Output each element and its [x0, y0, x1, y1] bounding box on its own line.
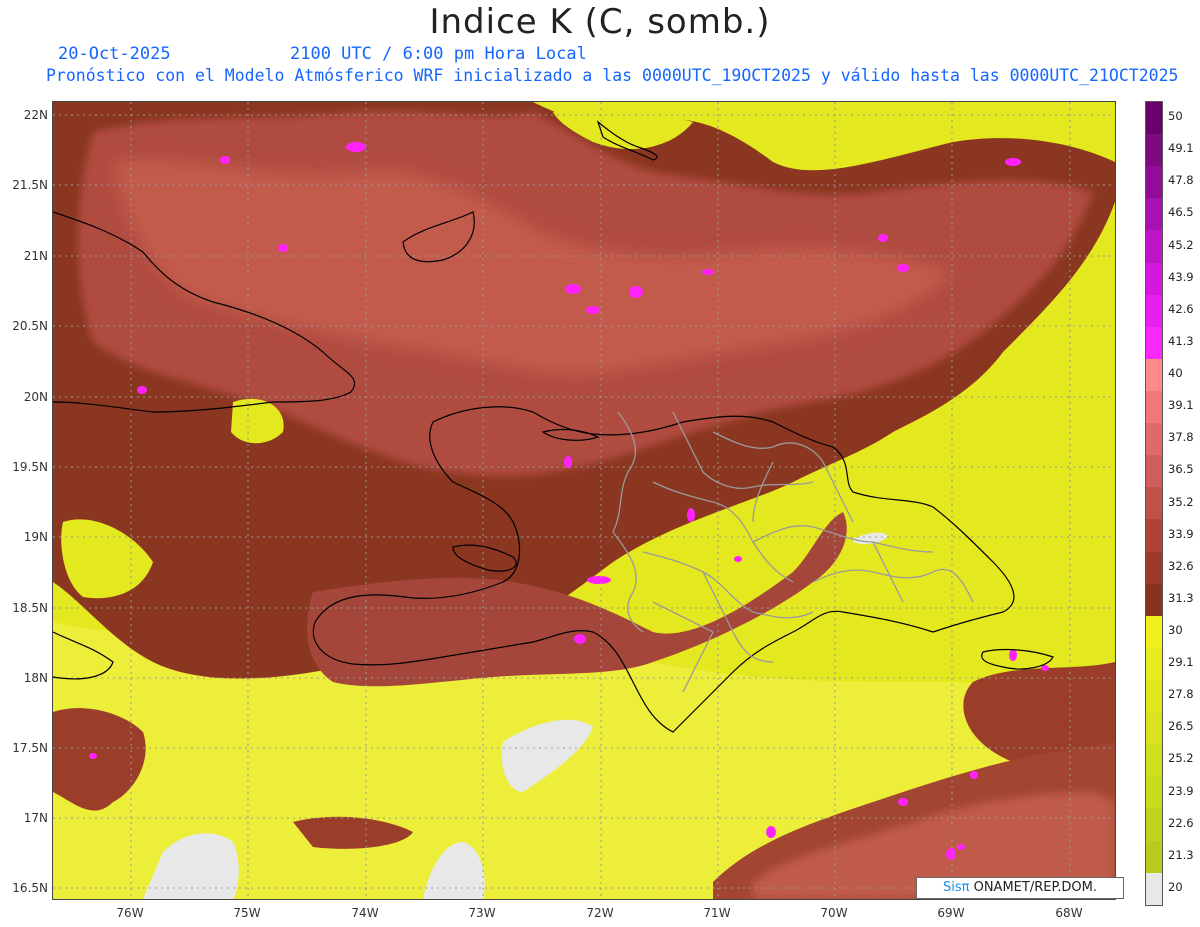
colorbar-tick-label: 41.3: [1168, 333, 1194, 348]
colorbar-segment: [1146, 423, 1162, 456]
colorbar-segment: [1146, 262, 1162, 295]
colorbar-segment: [1146, 455, 1162, 488]
colorbar-segment: [1146, 583, 1162, 616]
colorbar-segment: [1146, 102, 1162, 135]
colorbar-segment: [1146, 390, 1162, 424]
colorbar-tick-label: 22.6: [1168, 815, 1194, 830]
lon-label-70w: 70W: [820, 906, 848, 920]
k-index-map: [53, 102, 1115, 899]
valid-time: 2100 UTC / 6:00 pm Hora Local: [290, 44, 587, 64]
colorbar-tick-label: 33.9: [1168, 526, 1194, 541]
colorbar-segment: [1146, 519, 1162, 552]
lon-label-69w: 69W: [937, 906, 965, 920]
colorbar-segment: [1146, 872, 1162, 905]
colorbar-tick-label: 27.8: [1168, 687, 1194, 702]
colorbar-segment: [1146, 358, 1162, 391]
colorbar-tick-label: 32.6: [1168, 558, 1194, 573]
colorbar-segment: [1146, 551, 1162, 584]
lat-label-20-5n: 20.5N: [12, 319, 48, 333]
credit-text: ONAMET/REP.DOM.: [969, 880, 1097, 895]
lat-label-19-5n: 19.5N: [12, 460, 48, 474]
colorbar-tick-label: 47.8: [1168, 173, 1194, 188]
lat-label-18n: 18N: [23, 671, 48, 685]
lon-label-76w: 76W: [116, 906, 144, 920]
colorbar-tick-label: 29.1: [1168, 655, 1194, 670]
colorbar-tick-label: 23.9: [1168, 783, 1194, 798]
valid-date: 20-Oct-2025: [58, 44, 171, 64]
lat-label-19n: 19N: [23, 530, 48, 544]
colorbar-segment: [1146, 230, 1162, 263]
colorbar-segment: [1146, 198, 1162, 231]
colorbar-segment: [1146, 647, 1162, 680]
lat-label-21n: 21N: [23, 249, 48, 263]
colorbar-tick-label: 43.9: [1168, 269, 1194, 284]
colorbar-tick-label: 46.5: [1168, 205, 1194, 220]
colorbar-tick-label: 26.5: [1168, 719, 1194, 734]
colorbar-segment: [1146, 487, 1162, 520]
model-description: Pronóstico con el Modelo Atmósferico WRF…: [46, 66, 1179, 85]
colorbar-segment: [1146, 166, 1162, 199]
colorbar-segment: [1146, 679, 1162, 713]
colorbar-tick-label: 25.2: [1168, 751, 1194, 766]
colorbar-segment: [1146, 840, 1162, 873]
lat-label-17-5n: 17.5N: [12, 741, 48, 755]
colorbar-tick-label: 50: [1168, 109, 1183, 124]
colorbar-segment: [1146, 808, 1162, 841]
lat-label-22n: 22N: [23, 108, 48, 122]
lon-label-71w: 71W: [703, 906, 731, 920]
colorbar-tick-label: 21.3: [1168, 847, 1194, 862]
colorbar: [1145, 101, 1163, 906]
colorbar-tick-label: 49.1: [1168, 141, 1194, 156]
colorbar-tick-label: 39.1: [1168, 398, 1194, 413]
lon-label-72w: 72W: [586, 906, 614, 920]
map-panel: [52, 101, 1116, 900]
page-title: Indice K (C, somb.): [429, 2, 771, 42]
colorbar-segment: [1146, 134, 1162, 167]
colorbar-segment: [1146, 712, 1162, 745]
lat-label-17n: 17N: [23, 811, 48, 825]
colorbar-tick-label: 40: [1168, 366, 1183, 381]
colorbar-tick-label: 42.6: [1168, 301, 1194, 316]
colorbar-segment: [1146, 294, 1162, 327]
lon-label-74w: 74W: [351, 906, 379, 920]
colorbar-segment: [1146, 744, 1162, 777]
lat-label-20n: 20N: [23, 390, 48, 404]
colorbar-segment: [1146, 326, 1162, 359]
lon-label-73w: 73W: [468, 906, 496, 920]
sispi-logo: Sisπ: [943, 880, 970, 895]
lon-label-75w: 75W: [233, 906, 261, 920]
colorbar-tick-label: 30: [1168, 622, 1183, 637]
credit-box: Sisπ ONAMET/REP.DOM.: [916, 877, 1124, 899]
colorbar-tick-label: 35.2: [1168, 494, 1194, 509]
colorbar-tick-label: 36.5: [1168, 462, 1194, 477]
lat-label-18-5n: 18.5N: [12, 601, 48, 615]
lat-label-16-5n: 16.5N: [12, 881, 48, 895]
colorbar-tick-label: 45.2: [1168, 237, 1194, 252]
lat-label-21-5n: 21.5N: [12, 178, 48, 192]
colorbar-tick-label: 20: [1168, 879, 1183, 894]
colorbar-tick-label: 37.8: [1168, 430, 1194, 445]
lon-label-68w: 68W: [1055, 906, 1083, 920]
colorbar-segment: [1146, 615, 1162, 648]
colorbar-segment: [1146, 776, 1162, 809]
colorbar-tick-label: 31.3: [1168, 590, 1194, 605]
